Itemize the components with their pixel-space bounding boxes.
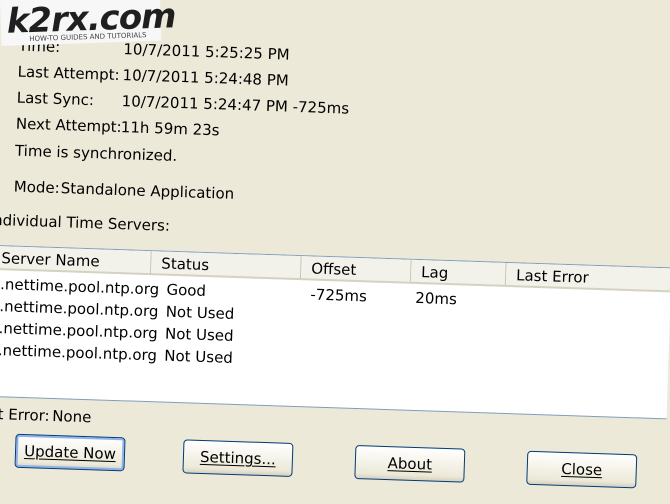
time-servers-list[interactable]: Server Name Status Offset Lag Last Error… (0, 244, 670, 420)
column-header-offset[interactable]: Offset (300, 256, 412, 284)
about-button[interactable]: About (354, 445, 466, 483)
next-attempt-value: 11h 59m 23s (120, 118, 220, 140)
server-name-cell[interactable]: 1.nettime.pool.ntp.org (0, 297, 159, 321)
close-button[interactable]: Close (526, 450, 638, 489)
last-error-label: Last Error: (0, 404, 50, 425)
server-status-cell: Not Used (165, 302, 235, 323)
last-attempt-value: 10/7/2011 5:24:48 PM (122, 66, 290, 90)
server-name-cell[interactable]: 3.nettime.pool.ntp.org (0, 341, 157, 365)
close-button-label: Close (561, 459, 603, 480)
time-servers-section-label: Individual Time Servers: (0, 210, 171, 235)
time-value: 10/7/2011 5:25:25 PM (123, 40, 290, 64)
column-header-last-error[interactable]: Last Error (505, 262, 670, 293)
server-status-cell: Not Used (164, 346, 234, 367)
settings-button[interactable]: Settings... (182, 439, 294, 477)
column-header-status[interactable]: Status (150, 251, 302, 281)
nettime-status-window: Time: 10/7/2011 5:25:25 PM Last Attempt:… (0, 0, 670, 504)
last-attempt-label: Last Attempt: (17, 62, 120, 85)
server-offset-cell: -725ms (310, 285, 368, 306)
server-status-cell: Good (166, 280, 207, 300)
last-error-value: None (51, 406, 92, 427)
last-sync-value: 10/7/2011 5:24:47 PM -725ms (121, 92, 350, 118)
sync-status-message: Time is synchronized. (14, 141, 178, 165)
server-name-cell[interactable]: 2.nettime.pool.ntp.org (0, 319, 158, 343)
next-attempt-label: Next Attempt: (15, 114, 122, 137)
mode-label: Mode: (13, 177, 61, 198)
mode-value: Standalone Application (60, 179, 235, 203)
watermark-logo: k2rx.com HOW-TO GUIDES AND TUTORIALS (0, 0, 176, 46)
update-now-button[interactable]: Update Now (14, 433, 126, 472)
settings-button-label: Settings... (199, 447, 277, 469)
server-status-cell: Not Used (164, 324, 234, 345)
column-header-server-name[interactable]: Server Name (0, 245, 152, 276)
server-name-cell[interactable]: 0.nettime.pool.ntp.org (0, 275, 159, 299)
last-sync-label: Last Sync: (16, 88, 95, 110)
about-button-label: About (387, 454, 433, 474)
server-lag-cell: 20ms (415, 288, 458, 309)
column-header-lag[interactable]: Lag (410, 259, 507, 287)
update-now-button-label: Update Now (23, 442, 117, 464)
